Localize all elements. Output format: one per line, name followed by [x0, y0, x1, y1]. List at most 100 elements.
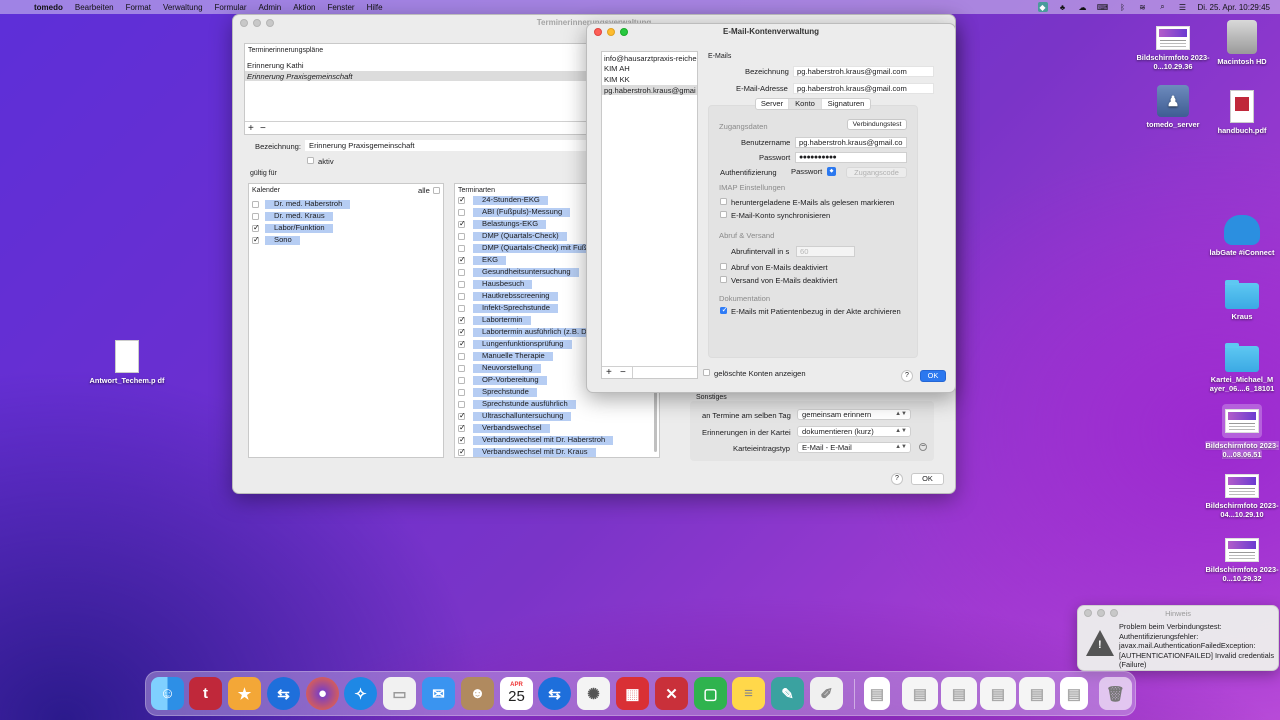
kalender-checkbox[interactable]: [252, 223, 260, 232]
cloud-icon[interactable]: ☁: [1078, 2, 1088, 12]
eintragstyp-remove-icon[interactable]: −: [919, 443, 927, 451]
kartei-select[interactable]: dokumentieren (kurz) ▲▼: [797, 426, 911, 437]
kalender-checkbox[interactable]: [252, 235, 260, 244]
menu-clock[interactable]: Di. 25. Apr. 10:29:45: [1198, 3, 1271, 12]
tab-server[interactable]: Server: [756, 99, 788, 109]
terminart-checkbox[interactable]: [458, 435, 466, 444]
search-icon[interactable]: ⌕: [1158, 2, 1168, 12]
recent-screenshot-3-icon[interactable]: ▤: [980, 677, 1016, 710]
desktop-icon-kartei-folder[interactable]: Kartei_Michael_M ayer_06....6_18101: [1202, 343, 1280, 393]
terminart-checkbox[interactable]: [458, 209, 465, 216]
desktop-icon-screenshot-3[interactable]: Bildschirmfoto 2023-04...10.29.10: [1202, 474, 1280, 519]
notes-icon[interactable]: ≡: [732, 677, 765, 710]
add-plan-button[interactable]: +: [248, 123, 254, 134]
bezeichnung-field[interactable]: pg.haberstroh.kraus@gmail.com: [793, 66, 934, 77]
terminart-checkbox[interactable]: [458, 305, 465, 312]
contacts-icon[interactable]: ☻: [461, 677, 494, 710]
tomedo-icon[interactable]: t: [189, 677, 222, 710]
terminart-checkbox[interactable]: [458, 365, 465, 372]
menu-aktion[interactable]: Aktion: [293, 3, 315, 12]
kalender-checkbox[interactable]: [252, 201, 259, 208]
imap-opt1-checkbox[interactable]: [720, 198, 727, 205]
desktop-icon-screenshot-2[interactable]: Bildschirmfoto 2023-0...08.06.51: [1202, 404, 1280, 459]
desktop-icon-screenshot-4[interactable]: Bildschirmfoto 2023-0...10.29.32: [1202, 538, 1280, 583]
menu-app-tomedo[interactable]: tomedo: [34, 3, 63, 12]
benutzer-field[interactable]: pg.haberstroh.kraus@gmail.co: [795, 137, 907, 148]
account-item-kim-kk[interactable]: KIM KK: [604, 75, 630, 84]
recent-screenshot-1-icon[interactable]: ▤: [902, 677, 938, 710]
minimize-icon[interactable]: [607, 28, 615, 36]
syringe-app-icon[interactable]: ✎: [771, 677, 804, 710]
desktop-icon-screenshot-1[interactable]: Bildschirmfoto 2023-0...10.29.36: [1133, 26, 1213, 71]
account-item-pg-haberstroh[interactable]: pg.haberstroh.kraus@gmai: [604, 86, 697, 95]
terminart-checkbox[interactable]: [458, 401, 465, 408]
tab-konto[interactable]: Konto: [788, 99, 822, 109]
network-app-icon[interactable]: ✺: [577, 677, 610, 710]
auth-select[interactable]: Passwort ◆: [787, 167, 836, 178]
aktiv-checkbox[interactable]: [307, 157, 314, 164]
finder-icon[interactable]: ☺: [151, 677, 184, 710]
terminart-checkbox[interactable]: [458, 195, 466, 204]
hinweis-notification[interactable]: Hinweis ! Problem beim Verbindungstest: …: [1077, 605, 1279, 671]
terminart-checkbox[interactable]: [458, 389, 465, 396]
menu-verwaltung[interactable]: Verwaltung: [163, 3, 203, 12]
star-app-icon[interactable]: ★: [228, 677, 261, 710]
menu-bearbeiten[interactable]: Bearbeiten: [75, 3, 114, 12]
help-button[interactable]: ?: [891, 473, 903, 485]
desktop-icon-macintosh-hd[interactable]: Macintosh HD: [1202, 20, 1280, 66]
remove-account-button[interactable]: −: [620, 367, 626, 378]
terminart-checkbox[interactable]: [458, 377, 465, 384]
abruf-opt1-checkbox[interactable]: [720, 263, 727, 270]
recent-file-icon[interactable]: ▤: [1060, 677, 1088, 710]
help-button[interactable]: ?: [901, 370, 913, 382]
ok-button[interactable]: OK: [911, 473, 944, 485]
desktop-icon-antwort-techem[interactable]: Antwort_Techem.p df: [87, 340, 167, 385]
recent-screenshot-2-icon[interactable]: ▤: [941, 677, 977, 710]
menu-formular[interactable]: Formular: [215, 3, 247, 12]
zoom-icon[interactable]: [266, 19, 274, 27]
terminart-checkbox[interactable]: [458, 219, 466, 228]
calendar-icon[interactable]: APR 25: [500, 677, 533, 710]
plan-item-praxisgemeinschaft[interactable]: Erinnerung Praxisgemeinschaft: [247, 72, 353, 81]
document-app-icon[interactable]: ▭: [383, 677, 416, 710]
menu-format[interactable]: Format: [126, 3, 151, 12]
account-item-info[interactable]: info@hausarztpraxis-reiche: [604, 54, 697, 63]
remove-plan-button[interactable]: −: [260, 123, 266, 134]
teamviewer-alt-icon[interactable]: ⇆: [538, 677, 571, 710]
trash-icon[interactable]: 🗑: [1099, 677, 1132, 710]
close-icon[interactable]: [240, 19, 248, 27]
ok-button[interactable]: OK: [920, 370, 946, 382]
zoom-icon[interactable]: [620, 28, 628, 36]
abruf-opt2-checkbox[interactable]: [720, 276, 727, 283]
desktop-icon-labgate[interactable]: labGate #iConnect: [1202, 215, 1280, 257]
remote-desktop-icon[interactable]: ✕: [655, 677, 688, 710]
account-item-kim-ah[interactable]: KIM AH: [604, 64, 630, 73]
wifi-icon[interactable]: ≋: [1138, 2, 1148, 12]
alle-checkbox[interactable]: [433, 187, 440, 194]
terminart-checkbox[interactable]: [458, 423, 466, 432]
control-center-icon[interactable]: ☰: [1178, 2, 1188, 12]
same-day-select[interactable]: gemeinsam erinnern ▲▼: [797, 409, 911, 420]
imap-opt2-checkbox[interactable]: [720, 211, 727, 218]
passwort-field[interactable]: ●●●●●●●●●●: [795, 152, 907, 163]
pages-icon[interactable]: ✐: [810, 677, 843, 710]
terminart-checkbox[interactable]: [458, 411, 466, 420]
recent-document-icon[interactable]: ▤: [864, 677, 890, 710]
eintragstyp-select[interactable]: E-Mail - E-Mail ▲▼: [797, 442, 911, 453]
adresse-field[interactable]: pg.haberstroh.kraus@gmail.com: [793, 83, 934, 94]
minimize-icon[interactable]: [253, 19, 261, 27]
terminart-checkbox[interactable]: [458, 315, 466, 324]
desktop-icon-handbuch[interactable]: handbuch.pdf: [1202, 90, 1280, 135]
status-app-icon[interactable]: ◆: [1037, 2, 1048, 12]
plan-item-kathi[interactable]: Erinnerung Kathi: [247, 61, 304, 70]
green-app-icon[interactable]: ▢: [694, 677, 727, 710]
status-leaf-icon[interactable]: ♣: [1058, 2, 1068, 12]
deleted-accounts-checkbox[interactable]: [703, 369, 710, 376]
terminart-checkbox[interactable]: [458, 447, 466, 456]
add-account-button[interactable]: +: [606, 367, 612, 378]
recent-screenshot-4-icon[interactable]: ▤: [1019, 677, 1055, 710]
menu-hilfe[interactable]: Hilfe: [367, 3, 383, 12]
terminart-checkbox[interactable]: [458, 245, 465, 252]
mail-icon[interactable]: ✉: [422, 677, 455, 710]
desktop-icon-tomedo-server[interactable]: ♟ tomedo_server: [1133, 85, 1213, 129]
